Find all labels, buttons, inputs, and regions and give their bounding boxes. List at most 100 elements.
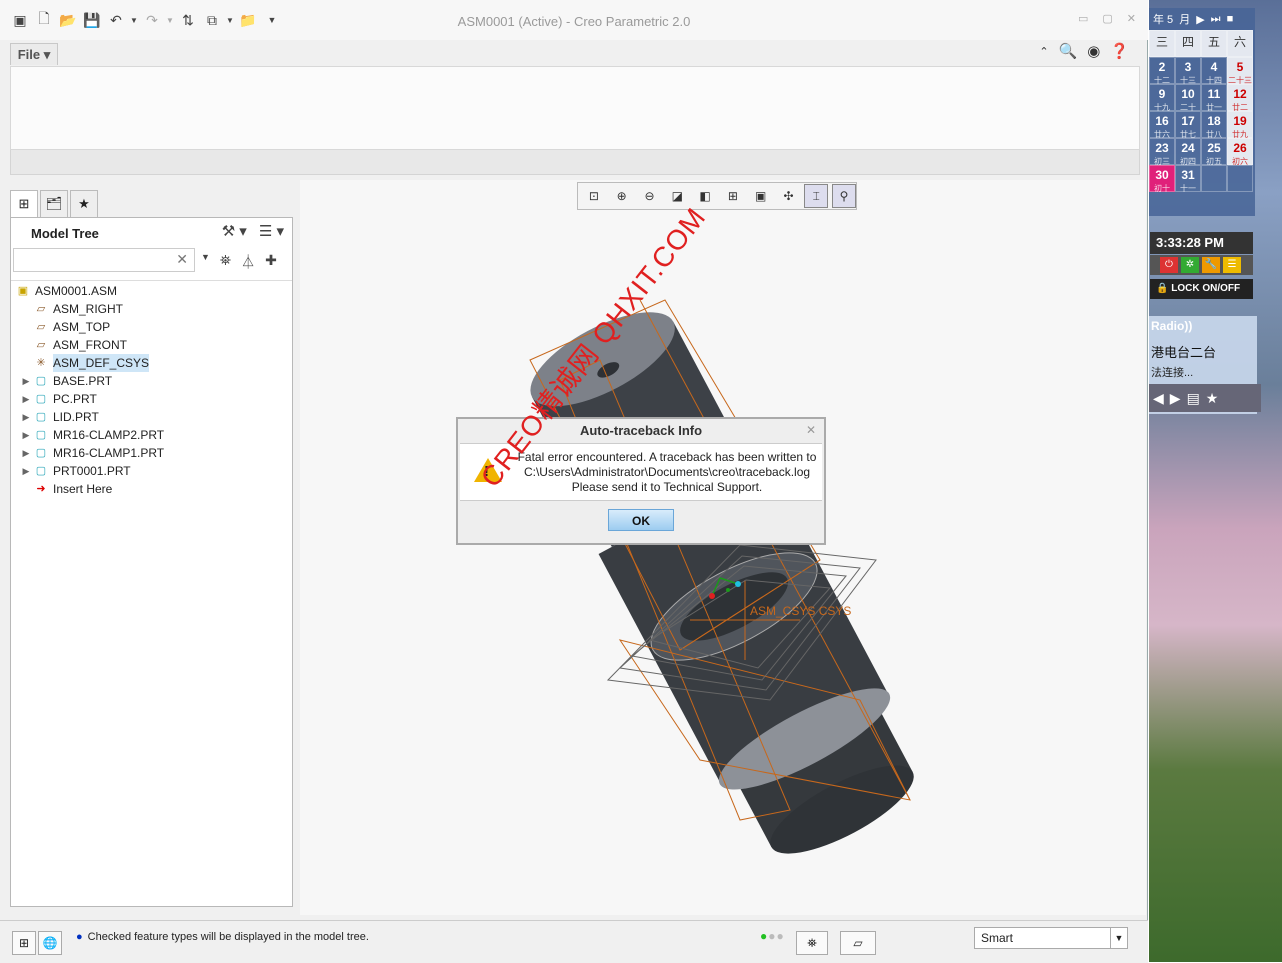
expand-arrow-icon[interactable]: ▶ bbox=[19, 444, 33, 462]
expand-arrow-icon[interactable]: ▶ bbox=[19, 408, 33, 426]
maximize-icon[interactable]: ▢ bbox=[1102, 12, 1112, 25]
tree-item[interactable]: ▶ ▢ BASE.PRT bbox=[15, 372, 164, 390]
calendar-widget: 年 5 月 ▶ ⏭ ■ 三四五六 2 十二 3 十三 4 十四 5 二十三 9 十九 10 二十 11 廿一… bbox=[1149, 8, 1255, 216]
tool-icon[interactable]: 🔧 bbox=[1202, 257, 1220, 273]
calendar-day[interactable]: 26 初六 bbox=[1227, 138, 1253, 166]
tree-item[interactable]: ▶ ▢ LID.PRT bbox=[15, 408, 164, 426]
tree-item-label: PC.PRT bbox=[53, 392, 97, 406]
menu-icon[interactable]: ☰ bbox=[1223, 257, 1241, 273]
view-manager-icon[interactable]: ▣ bbox=[749, 184, 773, 208]
filter-icon[interactable]: ⏃ bbox=[241, 252, 255, 272]
close-icon[interactable]: ✕ bbox=[1127, 12, 1136, 25]
tree-item[interactable]: ▶ ▢ MR16-CLAMP1.PRT bbox=[15, 444, 165, 462]
model-tree-tools: ⚒ ▾ ☰ ▾ bbox=[222, 222, 284, 240]
tree-item-label: MR16-CLAMP2.PRT bbox=[53, 428, 165, 442]
expand-arrow-icon[interactable]: ▶ bbox=[19, 426, 33, 444]
collapse-ribbon-icon[interactable]: ⌃ bbox=[1039, 45, 1048, 58]
insert-here-icon: ➜ bbox=[36, 483, 46, 495]
stop-icon[interactable]: ■ bbox=[1227, 13, 1234, 25]
calendar-lunar-date: 二十三 bbox=[1228, 76, 1252, 85]
zoom-in-icon[interactable]: ⊕ bbox=[610, 184, 634, 208]
calendar-day[interactable]: 9 十九 bbox=[1149, 84, 1175, 112]
tree-item[interactable]: ➜ Insert Here bbox=[15, 480, 164, 498]
annotation-display-icon[interactable]: ⚲ bbox=[832, 184, 856, 208]
selection-box-icon[interactable]: ▱ bbox=[840, 931, 876, 955]
calendar-day[interactable]: 19 廿九 bbox=[1227, 111, 1253, 139]
file-menu-tab[interactable]: File ▾ bbox=[10, 43, 58, 65]
expand-arrow-icon[interactable]: ▶ bbox=[19, 372, 33, 390]
lock-label: LOCK ON/OFF bbox=[1171, 283, 1241, 294]
repaint-icon[interactable]: ◪ bbox=[665, 184, 689, 208]
star-icon[interactable]: ★ bbox=[1206, 390, 1219, 407]
calendar-lunar-date: 十九 bbox=[1154, 103, 1170, 112]
calendar-day[interactable]: 18 廿八 bbox=[1201, 111, 1227, 139]
regen-status-icon: ●●● bbox=[760, 929, 785, 943]
calendar-day[interactable]: 31 十一 bbox=[1175, 165, 1201, 193]
calendar-day-number: 9 bbox=[1158, 87, 1166, 101]
search-icon[interactable]: 🔍 bbox=[1059, 42, 1078, 60]
clear-search-icon[interactable]: ✕ bbox=[176, 251, 188, 268]
power-icon[interactable]: ⏻ bbox=[1160, 257, 1178, 273]
assembly-icon: ▣ bbox=[17, 285, 29, 297]
saved-views-icon[interactable]: ⊞ bbox=[721, 184, 745, 208]
tree-item[interactable]: ▣ ASM0001.ASM bbox=[15, 282, 164, 300]
navigator-toggle-icon[interactable]: ⊞ bbox=[12, 931, 36, 955]
calendar-day[interactable]: 25 初五 bbox=[1201, 138, 1227, 166]
lock-toggle[interactable]: 🔒 LOCK ON/OFF bbox=[1150, 279, 1253, 299]
tree-item[interactable]: ✳ ASM_DEF_CSYS bbox=[15, 354, 164, 372]
browser-toggle-icon[interactable]: 🌐 bbox=[38, 931, 62, 955]
tree-settings-icon[interactable]: ⚒ ▾ bbox=[222, 222, 247, 240]
prev-icon[interactable]: ◀ bbox=[1153, 390, 1164, 407]
selection-filter-dropdown[interactable]: Smart ▼ bbox=[974, 927, 1128, 949]
calendar-day[interactable]: 17 廿七 bbox=[1175, 111, 1201, 139]
refit-icon[interactable]: ⊡ bbox=[582, 184, 606, 208]
calendar-day[interactable]: 12 廿二 bbox=[1227, 84, 1253, 112]
next-icon[interactable]: ▶ bbox=[1196, 13, 1204, 26]
last-icon[interactable]: ⏭ bbox=[1211, 13, 1221, 26]
dialog-message-line: Please send it to Technical Support. bbox=[571, 480, 763, 494]
message-bullet-icon: ● bbox=[76, 931, 83, 943]
find-binoculars-icon[interactable]: ⛯ bbox=[220, 252, 231, 272]
tree-item[interactable]: ▱ ASM_FRONT bbox=[15, 336, 164, 354]
calendar-day[interactable]: 23 初三 bbox=[1149, 138, 1175, 166]
document-icon[interactable]: ▤ bbox=[1187, 390, 1200, 407]
tab-favorites[interactable]: ★ bbox=[70, 190, 98, 218]
calendar-day[interactable]: 30 初十 bbox=[1149, 165, 1175, 193]
community-icon[interactable]: ◉ bbox=[1087, 42, 1100, 60]
ok-button[interactable]: OK bbox=[608, 509, 674, 531]
calendar-day[interactable]: 2 十二 bbox=[1149, 57, 1175, 85]
calendar-day[interactable]: 10 二十 bbox=[1175, 84, 1201, 112]
tab-model-tree[interactable]: ⊞ bbox=[10, 190, 38, 218]
perspective-icon[interactable]: ✣ bbox=[777, 184, 801, 208]
help-icon[interactable]: ❓ bbox=[1110, 42, 1129, 60]
calendar-day[interactable]: 5 二十三 bbox=[1227, 57, 1253, 85]
tree-item[interactable]: ▶ ▢ PRT0001.PRT bbox=[15, 462, 164, 480]
chevron-down-icon[interactable]: ▼ bbox=[1110, 928, 1127, 948]
zoom-out-icon[interactable]: ⊖ bbox=[638, 184, 662, 208]
tab-folder-browser[interactable]: 🗂 bbox=[40, 190, 68, 218]
model-tree-search-input[interactable]: ✕ bbox=[13, 248, 195, 272]
dialog-close-icon[interactable]: ✕ bbox=[806, 423, 816, 437]
calendar-day[interactable]: 16 廿六 bbox=[1149, 111, 1175, 139]
search-dropdown-icon[interactable]: ▼ bbox=[201, 252, 210, 272]
datum-display-icon[interactable]: ⌶ bbox=[804, 184, 829, 208]
graphics-viewport[interactable]: ASM_CSYS CSYS bbox=[300, 180, 1146, 915]
tree-columns-icon[interactable]: ☰ ▾ bbox=[259, 222, 284, 240]
calendar-day[interactable]: 11 廿一 bbox=[1201, 84, 1227, 112]
calendar-day[interactable]: 3 十三 bbox=[1175, 57, 1201, 85]
minimize-icon[interactable]: ▭ bbox=[1078, 12, 1088, 25]
calendar-day[interactable]: 4 十四 bbox=[1201, 57, 1227, 85]
tree-item[interactable]: ▱ ASM_TOP bbox=[15, 318, 164, 336]
expand-arrow-icon[interactable]: ▶ bbox=[19, 462, 33, 480]
tree-item[interactable]: ▱ ASM_RIGHT bbox=[15, 300, 164, 318]
calendar-day[interactable]: 24 初四 bbox=[1175, 138, 1201, 166]
add-column-icon[interactable]: ✚ bbox=[265, 252, 277, 272]
find-icon[interactable]: ⛯ bbox=[796, 931, 828, 955]
settings-icon[interactable]: ✲ bbox=[1181, 257, 1199, 273]
display-style-icon[interactable]: ◧ bbox=[693, 184, 717, 208]
play-icon[interactable]: ▶ bbox=[1170, 390, 1181, 407]
dialog-message-path: C:\Users\Administrator\Documents\creo\tr… bbox=[523, 465, 811, 479]
tree-item[interactable]: ▶ ▢ MR16-CLAMP2.PRT bbox=[15, 426, 165, 444]
tree-item[interactable]: ▶ ▢ PC.PRT bbox=[15, 390, 164, 408]
expand-arrow-icon[interactable]: ▶ bbox=[19, 390, 33, 408]
